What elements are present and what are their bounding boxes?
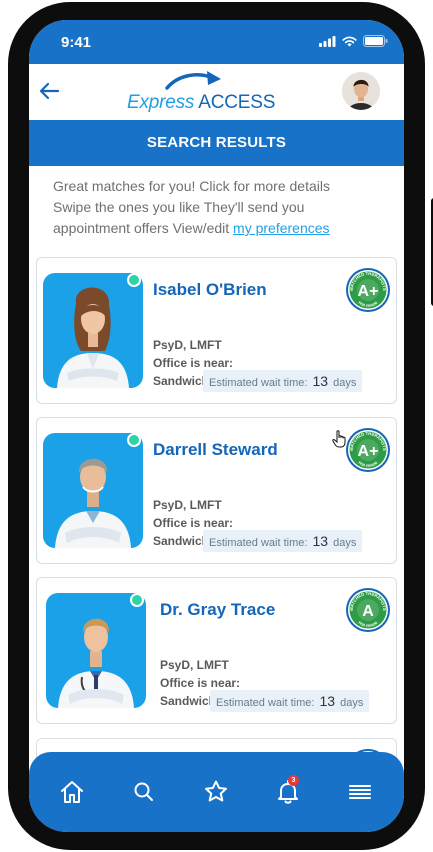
notification-badge: 3 <box>288 775 299 786</box>
star-icon[interactable] <box>202 778 230 806</box>
back-arrow-icon[interactable] <box>37 78 63 104</box>
user-avatar-image <box>342 72 380 110</box>
wait-time-value: 13 <box>312 533 329 549</box>
therapist-name[interactable]: Darrell Steward <box>153 440 278 460</box>
therapist-portrait-image <box>58 618 134 708</box>
menu-icon[interactable] <box>346 778 374 806</box>
volume-down-button <box>10 308 18 370</box>
volume-up-button <box>10 236 18 298</box>
wait-time-value: 13 <box>312 373 329 389</box>
page-title: SEARCH RESULTS <box>29 120 404 166</box>
therapist-credentials: PsyD, LMFT <box>153 498 222 512</box>
app-header: Express ACCESS <box>29 64 404 120</box>
intro-line-2: Swipe the ones you like They'll send you <box>53 199 305 215</box>
therapist-portrait-image <box>55 458 131 548</box>
grade-letter: A+ <box>358 443 379 460</box>
therapist-credentials: PsyD, LMFT <box>153 338 222 352</box>
logo-access-text: ACCESS <box>198 92 276 113</box>
mute-switch <box>10 198 18 224</box>
battery-icon <box>363 35 388 47</box>
online-status-dot <box>127 273 141 287</box>
logo-express-text: Express <box>127 92 195 113</box>
grade-letter: A <box>362 603 374 620</box>
hand-pointer-cursor-icon <box>332 430 346 448</box>
wait-time-badge: Estimated wait time: 13 days <box>203 370 363 392</box>
wait-time-label: Estimated wait time: <box>209 537 308 549</box>
wifi-icon <box>342 36 357 46</box>
wait-time-label: Estimated wait time: <box>216 697 315 709</box>
home-icon[interactable] <box>58 778 86 806</box>
express-access-logo: Express ACCESS <box>125 70 285 116</box>
wait-time-value: 13 <box>319 693 336 709</box>
wait-time-label: Estimated wait time: <box>209 377 308 389</box>
status-time: 9:41 <box>61 34 92 51</box>
therapist-portrait-image <box>57 287 129 388</box>
app-screen: 9:41 Express ACCESS SEARCH RESULTS Great… <box>29 20 404 832</box>
grade-seal-icon: MATCHED THERAPISTS POD GRADE A <box>346 588 390 632</box>
logo-swoosh-icon <box>165 71 221 90</box>
therapist-name[interactable]: Dr. Gray Trace <box>160 600 275 620</box>
grade-letter: A+ <box>358 283 379 300</box>
wait-time-unit: days <box>333 537 357 549</box>
therapist-credentials: PsyD, LMFT <box>160 658 229 672</box>
grade-seal-icon: MATCHED THERAPISTS POD GRADE A+ <box>346 268 390 312</box>
intro-line-3: appointment offers View/edit <box>53 220 234 236</box>
cellular-signal-icon <box>319 35 336 47</box>
intro-line-1: Great matches for you! Click for more de… <box>53 178 330 194</box>
my-preferences-link[interactable]: my preferences <box>233 220 329 236</box>
wait-time-badge: Estimated wait time: 13 days <box>203 530 363 552</box>
search-icon[interactable] <box>130 778 158 806</box>
status-bar: 9:41 <box>29 20 404 64</box>
therapist-card[interactable]: Dr. Gray Trace PsyD, LMFT Office is near… <box>36 577 397 724</box>
therapist-photo <box>46 593 146 708</box>
therapist-photo <box>43 273 143 388</box>
intro-text: Great matches for you! Click for more de… <box>53 176 383 239</box>
bottom-navigation: 3 <box>29 752 404 832</box>
online-status-dot <box>130 593 144 607</box>
notifications-button[interactable]: 3 <box>274 775 302 806</box>
grade-seal-icon: MATCHED THERAPISTS POD GRADE A+ <box>346 428 390 472</box>
therapist-photo <box>43 433 143 548</box>
wait-time-unit: days <box>333 377 357 389</box>
therapist-card[interactable]: Isabel O'Brien PsyD, LMFT Office is near… <box>36 257 397 404</box>
wait-time-unit: days <box>340 697 364 709</box>
wait-time-badge: Estimated wait time: 13 days <box>210 690 370 712</box>
therapist-name[interactable]: Isabel O'Brien <box>153 280 267 300</box>
user-avatar[interactable] <box>342 72 380 110</box>
online-status-dot <box>127 433 141 447</box>
